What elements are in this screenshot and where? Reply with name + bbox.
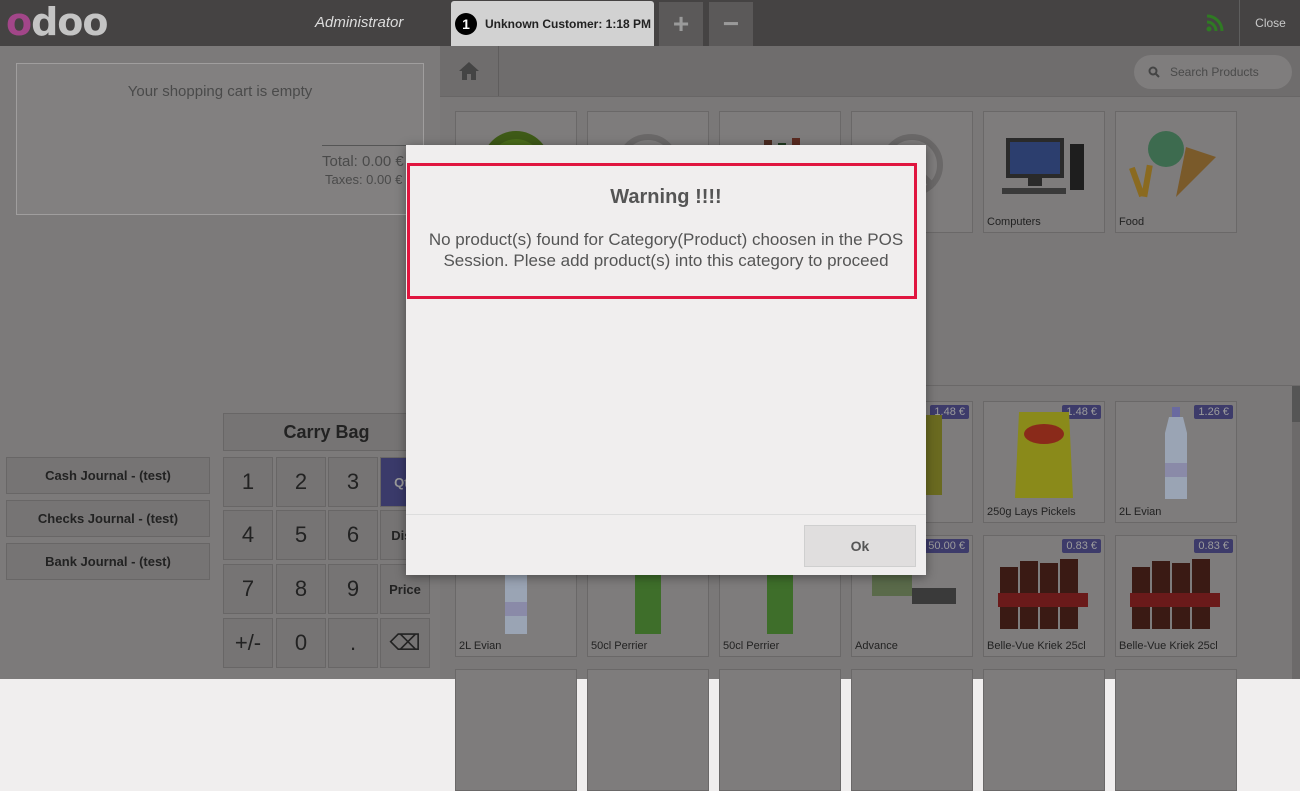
beer-bottles-icon: [998, 559, 1088, 629]
numpad-key-9[interactable]: 9: [328, 564, 378, 614]
product-tile[interactable]: [1115, 669, 1237, 791]
product-tile[interactable]: [851, 669, 973, 791]
numpad-key-2[interactable]: 2: [276, 457, 326, 507]
numpad-key-0[interactable]: 0: [276, 618, 326, 668]
user-name: Administrator: [315, 14, 404, 31]
lays-bag-icon: [1015, 412, 1073, 498]
product-name: 50cl Perrier: [591, 640, 648, 652]
numpad-key-8[interactable]: 8: [276, 564, 326, 614]
products-scrollbar[interactable]: [1292, 385, 1300, 679]
order-label: Unknown Customer: 1:18 PM: [485, 16, 652, 31]
cart-empty-message: Your shopping cart is empty: [127, 83, 313, 100]
numpad-key-sign[interactable]: +/-: [223, 618, 273, 668]
remove-order-button[interactable]: −: [709, 2, 753, 46]
beer-bottles-icon: [1130, 559, 1220, 629]
dialog-footer: [406, 514, 926, 515]
rss-icon[interactable]: [1206, 14, 1224, 37]
numpad-key-1[interactable]: 1: [223, 457, 273, 507]
ok-button[interactable]: Ok: [804, 525, 916, 567]
product-name: 250g Lays Pickels: [987, 506, 1076, 518]
product-tile[interactable]: 1.26 € 2L Evian: [1115, 401, 1237, 523]
home-category-button[interactable]: [440, 46, 499, 96]
numpad-key-4[interactable]: 4: [223, 510, 273, 560]
numpad-key-3[interactable]: 3: [328, 457, 378, 507]
backspace-button[interactable]: ⌫: [380, 618, 430, 668]
computer-icon: [1002, 138, 1084, 194]
product-name: 2L Evian: [1119, 506, 1162, 518]
cart-total: Total: 0.00 €: [322, 153, 404, 170]
product-tile[interactable]: [455, 669, 577, 791]
journal-checks-button[interactable]: Checks Journal - (test): [6, 500, 210, 537]
product-name: Belle-Vue Kriek 25cl: [987, 640, 1086, 652]
category-name: Food: [1119, 216, 1145, 228]
product-tile[interactable]: 0.83 € Belle-Vue Kriek 25cl: [1115, 535, 1237, 657]
product-name: 50cl Perrier: [723, 640, 780, 652]
category-tile-food[interactable]: Food: [1115, 111, 1237, 233]
product-tile[interactable]: 0.83 € Belle-Vue Kriek 25cl: [983, 535, 1105, 657]
order-tab[interactable]: 1 Unknown Customer: 1:18 PM: [451, 1, 654, 46]
backspace-icon: ⌫: [389, 630, 421, 655]
product-name: Advance: [855, 640, 898, 652]
numpad-key-7[interactable]: 7: [223, 564, 273, 614]
search-placeholder: Search Products: [1170, 65, 1259, 79]
numpad-key-6[interactable]: 6: [328, 510, 378, 560]
search-icon: [1148, 66, 1160, 78]
dialog-message: No product(s) found for Category(Product…: [428, 230, 904, 270]
cart-divider: [322, 145, 412, 146]
product-tile[interactable]: [983, 669, 1105, 791]
product-name: Belle-Vue Kriek 25cl: [1119, 640, 1218, 652]
odoo-logo: odoo: [6, 0, 109, 44]
home-icon: [459, 62, 479, 80]
category-tile-computers[interactable]: Computers: [983, 111, 1105, 233]
food-icon: [1129, 131, 1216, 198]
warning-dialog: Warning !!!! No product(s) found for Cat…: [406, 145, 926, 575]
carry-bag-button[interactable]: Carry Bag: [223, 413, 430, 451]
close-button[interactable]: Close: [1239, 0, 1300, 46]
numpad-key-dot[interactable]: .: [328, 618, 378, 668]
search-input[interactable]: Search Products: [1134, 55, 1292, 89]
add-order-button[interactable]: +: [659, 2, 703, 46]
category-name: Computers: [987, 216, 1041, 228]
products-scrollbar-thumb[interactable]: [1292, 386, 1300, 422]
journal-bank-button[interactable]: Bank Journal - (test): [6, 543, 210, 580]
product-tile[interactable]: [587, 669, 709, 791]
order-cart: Your shopping cart is empty Total: 0.00 …: [16, 63, 424, 215]
product-name: 2L Evian: [459, 640, 502, 652]
product-tile[interactable]: [719, 669, 841, 791]
dialog-title: Warning !!!!: [610, 186, 722, 208]
numpad-key-5[interactable]: 5: [276, 510, 326, 560]
order-number: 1: [455, 12, 477, 35]
cart-taxes: Taxes: 0.00 €: [325, 172, 403, 187]
evian-bottle-icon: [1165, 407, 1187, 499]
product-tile[interactable]: 1.48 € 250g Lays Pickels: [983, 401, 1105, 523]
journal-cash-button[interactable]: Cash Journal - (test): [6, 457, 210, 494]
